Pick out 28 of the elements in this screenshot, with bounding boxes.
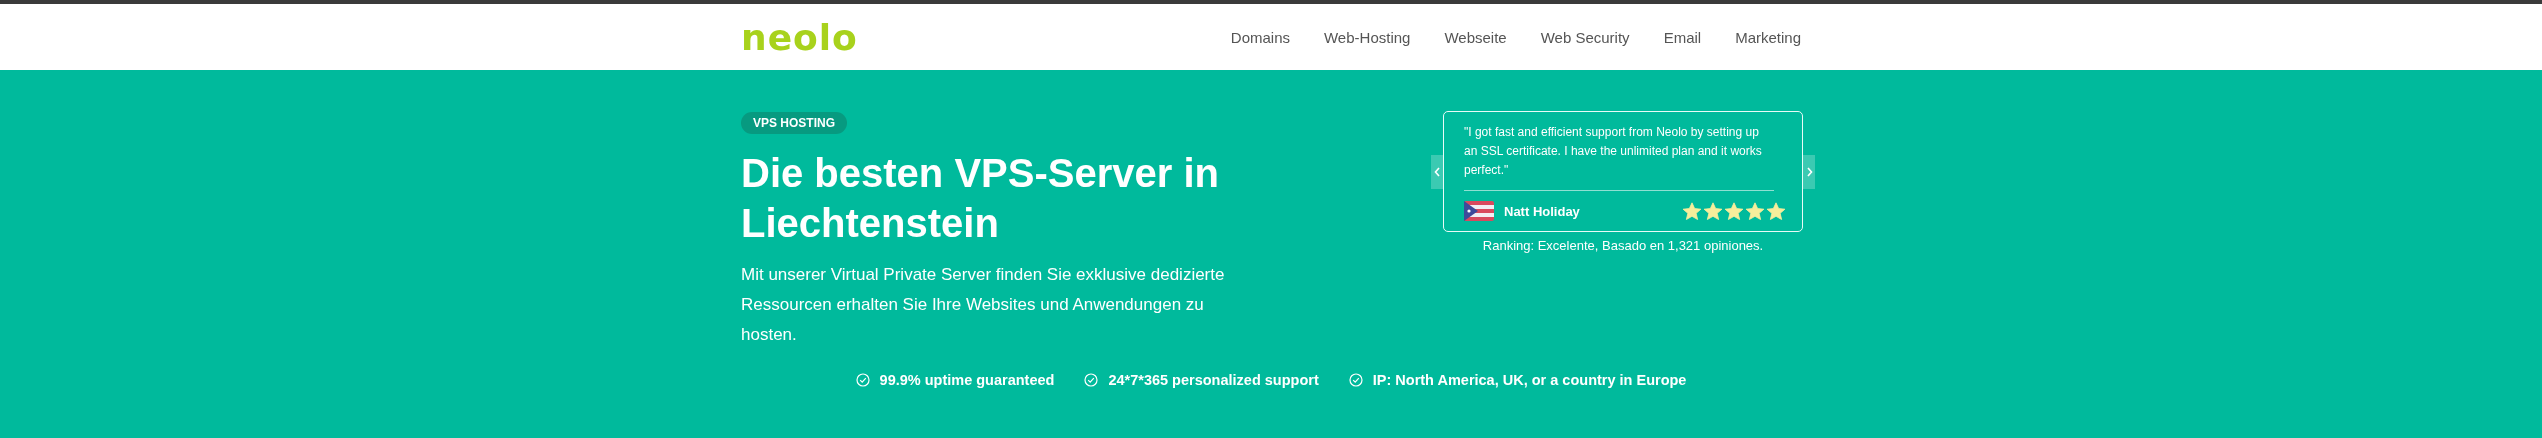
nav-link[interactable]: Webseite <box>1444 28 1507 46</box>
hero-title: Die besten VPS-Server in Liechtenstein <box>741 150 1220 247</box>
check-circle-icon <box>855 373 870 387</box>
nav-link[interactable]: Marketing <box>1735 28 1801 46</box>
flag-icon <box>1464 201 1494 221</box>
author-name: Natt Holiday <box>1504 203 1581 219</box>
star-icon <box>1724 201 1744 221</box>
chevron-right-icon <box>1805 166 1813 177</box>
feature-text: 24*7*365 personalized support <box>1108 372 1319 388</box>
check-circle-icon <box>1348 373 1363 387</box>
feature-text: IP: North America, UK, or a country in Europe <box>1372 372 1687 388</box>
feature-text: 99.9% uptime guaranteed <box>879 372 1055 388</box>
hero-description: Mit unserer Virtual Private Server finden Sie exklusive dedizierte Ressourcen erhalten Sie Ihre Websites und Anwendungen zu hosten. <box>741 264 1226 346</box>
category-badge: VPS HOSTING <box>741 112 847 134</box>
nav-link[interactable]: Web-Hosting <box>1324 28 1411 46</box>
star-icon <box>1745 201 1765 221</box>
star-icon <box>1682 201 1702 221</box>
previous-button[interactable] <box>1431 154 1443 189</box>
star-icon <box>1703 201 1723 221</box>
star-icon <box>1766 201 1786 221</box>
ranking-text: Ranking: Excelente, Basado en 1,321 opiniones. <box>1482 238 1764 253</box>
testimonial-quote: "I got fast and efficient support from Neolo by setting up an SSL certificate. I have the unlimited plan and it works perfect." <box>1464 124 1763 179</box>
nav-link[interactable]: Domains <box>1230 28 1290 46</box>
nav-link[interactable]: Web Security <box>1540 28 1630 46</box>
chevron-left-icon <box>1433 166 1441 177</box>
nav-link[interactable]: Email <box>1663 28 1702 46</box>
check-circle-icon <box>1084 373 1099 387</box>
next-button[interactable] <box>1803 154 1815 189</box>
